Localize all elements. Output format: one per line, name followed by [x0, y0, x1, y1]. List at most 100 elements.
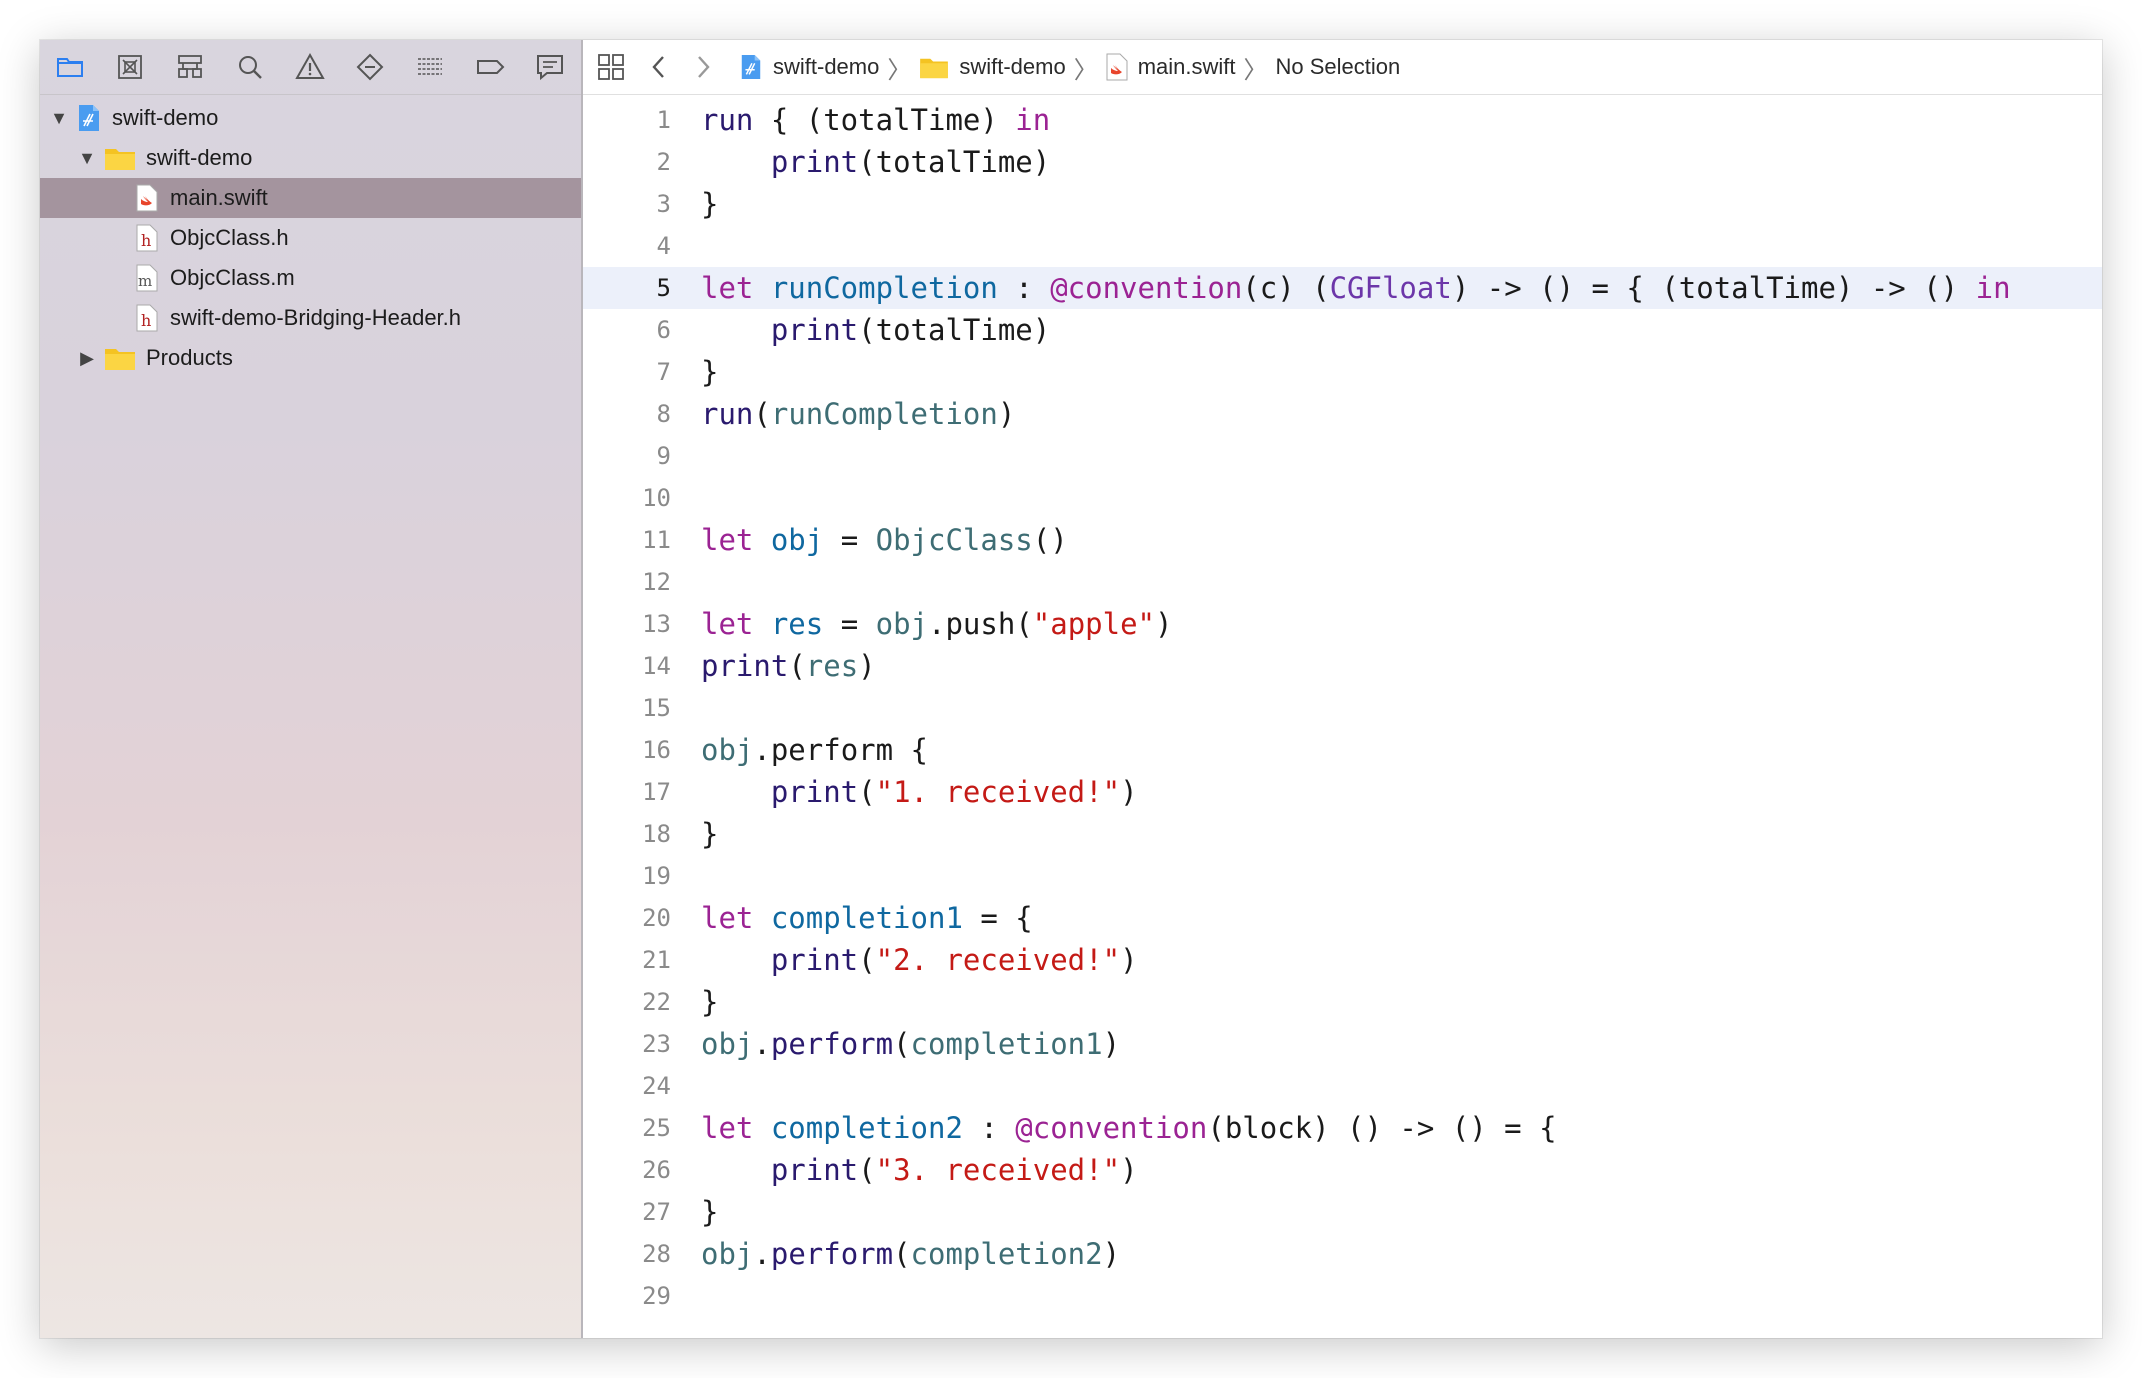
- code-line[interactable]: 15: [583, 687, 2102, 729]
- tree-item-products[interactable]: ▶ Products: [40, 338, 581, 378]
- line-source: obj.perform {: [701, 729, 928, 771]
- jumpbar-folder-label: swift-demo: [959, 54, 1066, 79]
- code-line[interactable]: 11 let obj = ObjcClass(): [583, 519, 2102, 561]
- test-diamond-icon[interactable]: [340, 40, 400, 94]
- code-token: @convention: [1015, 1111, 1208, 1145]
- line-source: }: [701, 981, 718, 1023]
- tree-item-label: main.swift: [170, 185, 268, 210]
- forward-chevron-icon[interactable]: [695, 53, 711, 81]
- back-chevron-icon[interactable]: [651, 53, 667, 81]
- code-line[interactable]: 25 let completion2 : @convention(block) (…: [583, 1107, 2102, 1149]
- code-line[interactable]: 13 let res = obj.push("apple"): [583, 603, 2102, 645]
- folder-icon[interactable]: [40, 40, 100, 94]
- code-token: (: [788, 649, 806, 683]
- code-line[interactable]: 24: [583, 1065, 2102, 1107]
- line-source: print(res): [701, 645, 876, 687]
- disclosure-triangle-expanded-icon[interactable]: ▼: [48, 107, 70, 129]
- line-source: print("2. received!"): [701, 939, 1138, 981]
- code-line[interactable]: 18}: [583, 813, 2102, 855]
- code-line[interactable]: 2 print(totalTime): [583, 141, 2102, 183]
- code-line[interactable]: 5 let runCompletion : @convention(c) (CGF…: [583, 267, 2102, 309]
- line-number: 23: [642, 1030, 671, 1058]
- code-line[interactable]: 1 run { (totalTime) in: [583, 99, 2102, 141]
- related-items-icon[interactable]: [597, 53, 625, 81]
- code-line[interactable]: 19: [583, 855, 2102, 897]
- code-line[interactable]: 16 obj.perform {: [583, 729, 2102, 771]
- source-control-icon[interactable]: [100, 40, 160, 94]
- code-line[interactable]: 29: [583, 1275, 2102, 1317]
- line-source: }: [701, 1191, 718, 1233]
- code-line[interactable]: 8 run(runCompletion): [583, 393, 2102, 435]
- line-source: }: [701, 183, 718, 225]
- svg-text:h: h: [141, 231, 151, 250]
- code-line[interactable]: 9: [583, 435, 2102, 477]
- code-line[interactable]: 17 print("1. received!"): [583, 771, 2102, 813]
- code-token: print: [701, 649, 789, 683]
- line-number: 26: [642, 1156, 671, 1184]
- tree-item-bridging-header[interactable]: h swift-demo-Bridging-Header.h: [40, 298, 581, 338]
- code-token: perform: [770, 1027, 894, 1061]
- code-token: let: [701, 1111, 771, 1145]
- hierarchy-icon[interactable]: [160, 40, 220, 94]
- code-token: runCompletion: [770, 397, 998, 431]
- code-token: }: [701, 355, 719, 389]
- code-line[interactable]: 10: [583, 477, 2102, 519]
- jump-bar: swift-demo 〉 swift-demo 〉 main.swift 〉 N…: [583, 40, 2102, 95]
- disclosure-triangle-collapsed-icon[interactable]: ▶: [76, 347, 98, 369]
- xcodeproj-icon: [76, 104, 102, 132]
- code-token: (: [858, 943, 876, 977]
- path-separator-icon: 〉: [1243, 56, 1268, 84]
- jumpbar-project-label: swift-demo: [773, 54, 880, 79]
- code-line[interactable]: 21 print("2. received!"): [583, 939, 2102, 981]
- code-token: (: [858, 775, 876, 809]
- line-source: print("3. received!"): [701, 1149, 1138, 1191]
- code-line[interactable]: 7}: [583, 351, 2102, 393]
- report-icon[interactable]: [520, 40, 580, 94]
- line-source: let runCompletion : @convention(c) (CGFl…: [701, 267, 2011, 309]
- code-token: obj: [701, 1237, 754, 1271]
- code-token: "apple": [1032, 607, 1155, 641]
- debug-lines-icon[interactable]: [400, 40, 460, 94]
- code-token: obj: [770, 523, 824, 557]
- tree-item-objcclass-m[interactable]: m ObjcClass.m: [40, 258, 581, 298]
- disclosure-triangle-expanded-icon[interactable]: ▼: [76, 147, 98, 169]
- path-separator-icon: 〉: [887, 56, 912, 84]
- tree-item-objcclass-h[interactable]: h ObjcClass.h: [40, 218, 581, 258]
- code-line[interactable]: 28 obj.perform(completion2): [583, 1233, 2102, 1275]
- warning-icon[interactable]: [280, 40, 340, 94]
- code-line[interactable]: 20 let completion1 = {: [583, 897, 2102, 939]
- code-line[interactable]: 22}: [583, 981, 2102, 1023]
- code-token: (totalTime): [858, 313, 1051, 347]
- jumpbar-selection[interactable]: No Selection: [1276, 54, 1401, 80]
- tree-item-main-swift[interactable]: main.swift: [40, 178, 581, 218]
- tree-item-folder-swift-demo[interactable]: ▼ swift-demo: [40, 138, 581, 178]
- code-token: print: [770, 775, 859, 809]
- code-token: ): [1120, 943, 1138, 977]
- code-line[interactable]: 26 print("3. received!"): [583, 1149, 2102, 1191]
- tree-item-project[interactable]: ▼ swift-demo: [40, 98, 581, 138]
- search-icon[interactable]: [220, 40, 280, 94]
- file-tree: ▼ swift-demo ▼ swift-demo main.swift h O…: [40, 98, 581, 378]
- tree-item-label: Products: [146, 345, 233, 370]
- jumpbar-folder[interactable]: swift-demo: [919, 54, 1066, 80]
- code-line[interactable]: 4: [583, 225, 2102, 267]
- code-area[interactable]: 1 run { (totalTime) in 2 print(totalTime) 3…: [583, 99, 2102, 1317]
- code-line[interactable]: 12: [583, 561, 2102, 603]
- code-token: "2. received!": [875, 943, 1121, 977]
- jumpbar-file[interactable]: main.swift: [1106, 53, 1236, 81]
- code-line[interactable]: 14 print(res): [583, 645, 2102, 687]
- code-line[interactable]: 23 obj.perform(completion1): [583, 1023, 2102, 1065]
- code-line[interactable]: 3}: [583, 183, 2102, 225]
- code-line[interactable]: 6 print(totalTime): [583, 309, 2102, 351]
- line-number: 14: [642, 652, 671, 680]
- line-number: 12: [642, 568, 671, 596]
- line-number: 8: [656, 400, 671, 428]
- code-token: (: [753, 397, 771, 431]
- line-number: 16: [642, 736, 671, 764]
- jumpbar-project[interactable]: swift-demo: [739, 53, 879, 81]
- code-line[interactable]: 27}: [583, 1191, 2102, 1233]
- code-token: print: [770, 313, 859, 347]
- jumpbar-file-label: main.swift: [1137, 54, 1236, 79]
- breakpoint-icon[interactable]: [460, 40, 520, 94]
